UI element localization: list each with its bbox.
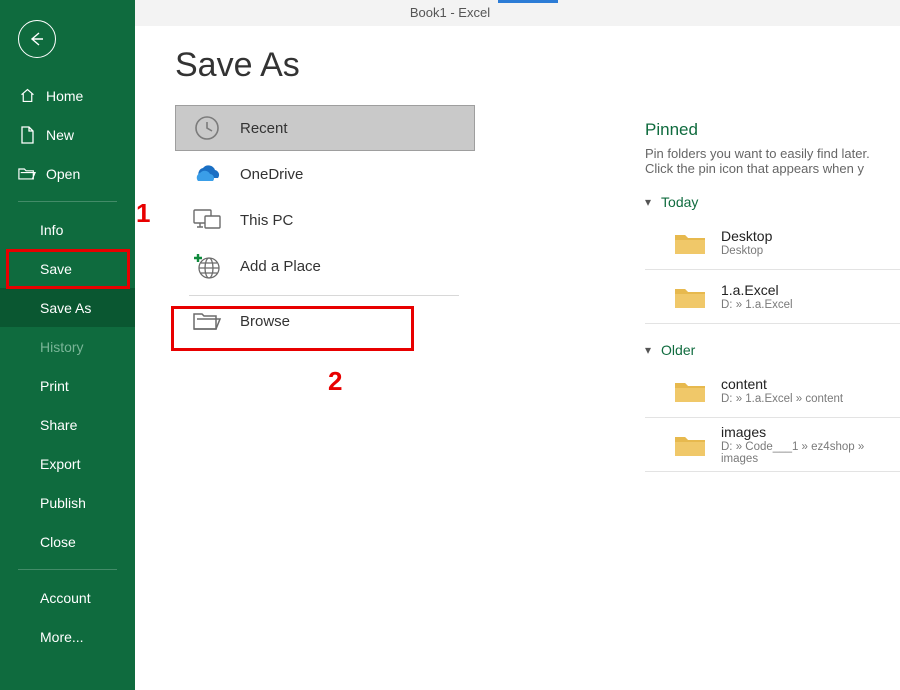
group-today-header[interactable]: ▾ Today [645, 194, 900, 210]
home-icon [18, 87, 36, 104]
nav-share-label: Share [40, 417, 77, 433]
onedrive-icon [192, 159, 222, 189]
pinned-heading: Pinned [645, 120, 900, 140]
titlebar: Book1 - Excel [0, 0, 900, 26]
backstage-sidebar: Home New Open Info Save Save As History … [0, 0, 135, 690]
location-add-place-label: Add a Place [240, 258, 321, 275]
folder-row[interactable]: 1.a.Excel D: » 1.a.Excel [645, 270, 900, 324]
browse-folder-icon [192, 306, 222, 336]
folder-path: Desktop [721, 245, 772, 257]
nav-history-label: History [40, 339, 84, 355]
location-onedrive[interactable]: OneDrive [175, 151, 475, 197]
nav-print-label: Print [40, 378, 69, 394]
folders-panel: Pinned Pin folders you want to easily fi… [645, 120, 900, 472]
this-pc-icon [192, 205, 222, 235]
nav-share[interactable]: Share [0, 405, 135, 444]
locations-list: Recent OneDrive This PC [175, 105, 475, 344]
nav-save[interactable]: Save [0, 249, 135, 288]
location-add-place[interactable]: Add a Place [175, 243, 475, 289]
titlebar-accent [498, 0, 558, 3]
nav-new[interactable]: New [0, 115, 135, 154]
location-browse[interactable]: Browse [175, 298, 475, 344]
nav-account[interactable]: Account [0, 578, 135, 617]
nav-close[interactable]: Close [0, 522, 135, 561]
sidebar-divider-1 [18, 201, 117, 202]
add-place-icon [192, 251, 222, 281]
nav-print[interactable]: Print [0, 366, 135, 405]
nav-close-label: Close [40, 534, 76, 550]
nav-publish-label: Publish [40, 495, 86, 511]
nav-account-label: Account [40, 590, 91, 606]
folder-path: D: » Code___1 » ez4shop » images [721, 441, 894, 465]
collapse-icon: ▾ [645, 195, 651, 209]
folder-name: Desktop [721, 228, 772, 244]
folder-path: D: » 1.a.Excel [721, 299, 793, 311]
nav-info[interactable]: Info [0, 210, 135, 249]
sidebar-divider-2 [18, 569, 117, 570]
group-today-label: Today [661, 194, 698, 210]
nav-home[interactable]: Home [0, 76, 135, 115]
nav-open-label: Open [46, 166, 80, 182]
nav-export-label: Export [40, 456, 80, 472]
clock-icon [192, 113, 222, 143]
location-recent-label: Recent [240, 120, 288, 137]
back-arrow-icon [27, 29, 47, 49]
group-older-label: Older [661, 342, 695, 358]
folder-icon [673, 230, 707, 256]
pinned-hint: Pin folders you want to easily find late… [645, 146, 900, 176]
location-browse-label: Browse [240, 313, 290, 330]
back-button[interactable] [18, 20, 56, 58]
folder-icon [673, 284, 707, 310]
nav-info-label: Info [40, 222, 63, 238]
open-icon [18, 166, 36, 181]
location-this-pc[interactable]: This PC [175, 197, 475, 243]
nav-more[interactable]: More... [0, 617, 135, 656]
nav-save-label: Save [40, 261, 72, 277]
nav-new-label: New [46, 127, 74, 143]
nav-history: History [0, 327, 135, 366]
titlebar-text: Book1 - Excel [410, 5, 490, 20]
folder-row[interactable]: images D: » Code___1 » ez4shop » images [645, 418, 900, 472]
folder-name: 1.a.Excel [721, 282, 793, 298]
location-recent[interactable]: Recent [175, 105, 475, 151]
nav-save-as-label: Save As [40, 300, 91, 316]
location-separator [189, 295, 459, 296]
page-title: Save As [175, 46, 900, 85]
folder-path: D: » 1.a.Excel » content [721, 393, 843, 405]
nav-publish[interactable]: Publish [0, 483, 135, 522]
folder-row[interactable]: Desktop Desktop [645, 216, 900, 270]
folder-name: images [721, 424, 894, 440]
main-panel: Save As Recent OneDrive [135, 26, 900, 690]
folder-name: content [721, 376, 843, 392]
group-older-header[interactable]: ▾ Older [645, 342, 900, 358]
location-this-pc-label: This PC [240, 212, 293, 229]
new-icon [18, 126, 36, 144]
folder-icon [673, 432, 707, 458]
nav-more-label: More... [40, 629, 84, 645]
folder-icon [673, 378, 707, 404]
nav-home-label: Home [46, 88, 83, 104]
nav-export[interactable]: Export [0, 444, 135, 483]
collapse-icon: ▾ [645, 343, 651, 357]
location-onedrive-label: OneDrive [240, 166, 303, 183]
nav-save-as[interactable]: Save As [0, 288, 135, 327]
nav-open[interactable]: Open [0, 154, 135, 193]
folder-row[interactable]: content D: » 1.a.Excel » content [645, 364, 900, 418]
